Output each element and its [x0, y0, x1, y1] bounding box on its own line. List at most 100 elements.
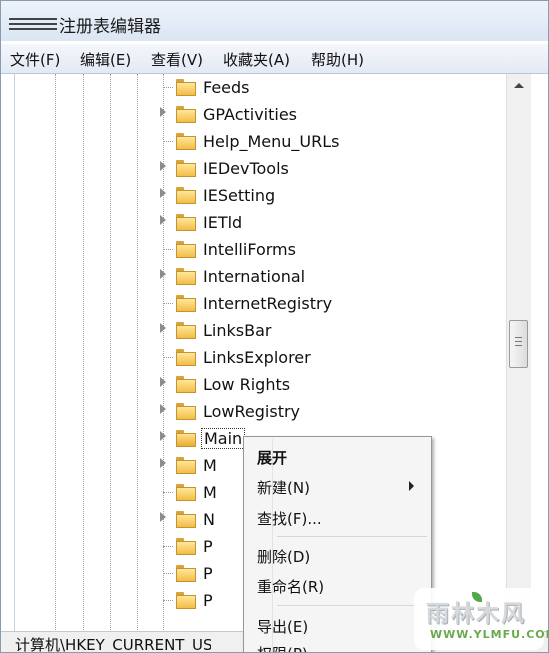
context-menu: 展开 新建(N) 查找(F)... 删除(D) 重命名(R) 导出(E) 权限(… [243, 436, 432, 652]
tree-item-label: P [203, 564, 213, 583]
expand-arrow-icon[interactable] [160, 107, 166, 117]
expand-arrow-icon[interactable] [160, 161, 166, 171]
tree-connector [163, 492, 173, 493]
folder-icon [176, 565, 196, 582]
tree-item[interactable]: IESetting [15, 182, 507, 209]
tree-item-label: Feeds [203, 78, 250, 97]
tree-item-label: N [203, 510, 215, 529]
tree-item-label: Help_Menu_URLs [203, 132, 340, 151]
folder-icon [176, 79, 196, 96]
expand-arrow-icon[interactable] [160, 404, 166, 414]
tree-item-label: Low Rights [203, 375, 291, 394]
ctx-find[interactable]: 查找(F)... [257, 508, 322, 529]
expand-arrow-icon[interactable] [160, 323, 166, 333]
expand-arrow-icon[interactable] [160, 269, 166, 279]
folder-icon [176, 268, 196, 285]
tree-connector [163, 357, 173, 358]
tree-item-label: International [203, 267, 306, 286]
tree-item[interactable]: Low Rights [15, 371, 507, 398]
tree-item-label: LinksExplorer [203, 348, 311, 367]
folder-icon [176, 187, 196, 204]
tree-item-label: IEDevTools [203, 159, 289, 178]
tree-item-label: LinksBar [203, 321, 272, 340]
vertical-scrollbar[interactable] [506, 74, 531, 632]
tree-connector [163, 303, 173, 304]
menu-favorites[interactable]: 收藏夹(A) [223, 49, 290, 70]
tree-item-label: GPActivities [203, 105, 298, 124]
expand-arrow-icon[interactable] [160, 188, 166, 198]
tree-item-label: IETld [203, 213, 243, 232]
menu-separator [277, 605, 427, 606]
ctx-expand[interactable]: 展开 [257, 447, 287, 468]
expand-arrow-icon[interactable] [160, 458, 166, 468]
menu-view[interactable]: 查看(V) [151, 49, 203, 70]
expand-arrow-icon[interactable] [160, 512, 166, 522]
tree-connector [163, 141, 173, 142]
tree-item[interactable]: GPActivities [15, 101, 507, 128]
scroll-up-icon[interactable] [514, 83, 524, 88]
folder-icon [176, 214, 196, 231]
status-path: 计算机\HKEY_CURRENT_USER\Software\Microsoft… [15, 636, 211, 653]
folder-icon [176, 376, 196, 393]
folder-icon [176, 403, 196, 420]
tree-connector [163, 573, 173, 574]
watermark-url: WWW.YLMFU.COM [430, 628, 549, 641]
tree-item-label: InternetRegistry [203, 294, 333, 313]
menu-separator [277, 536, 427, 537]
tree-item-label: M [203, 483, 217, 502]
window-title: 注册表编辑器 [59, 17, 161, 37]
folder-icon [176, 430, 196, 447]
tree-item[interactable]: IntelliForms [15, 236, 507, 263]
folder-icon [176, 241, 196, 258]
folder-icon [176, 160, 196, 177]
expand-arrow-icon[interactable] [160, 215, 166, 225]
expand-arrow-icon[interactable] [160, 431, 166, 441]
tree-item[interactable]: Feeds [15, 74, 507, 101]
folder-icon [176, 295, 196, 312]
title-bar[interactable]: 注册表编辑器 [1, 1, 548, 41]
tree-item[interactable]: IEDevTools [15, 155, 507, 182]
menu-edit[interactable]: 编辑(E) [80, 49, 131, 70]
tree-item-label: Main [201, 428, 246, 449]
menu-file[interactable]: 文件(F) [10, 49, 60, 70]
folder-icon [176, 538, 196, 555]
app-menu-icon[interactable] [9, 18, 57, 30]
folder-icon [176, 322, 196, 339]
tree-item-label: IESetting [203, 186, 276, 205]
ctx-permissions[interactable]: 权限(P)... [257, 643, 322, 652]
submenu-arrow-icon [409, 481, 414, 491]
tree-item[interactable]: LinksExplorer [15, 344, 507, 371]
tree-connector [163, 600, 173, 601]
tree-item[interactable]: LowRegistry [15, 398, 507, 425]
tree-connector [163, 87, 173, 88]
tree-item-label: P [203, 537, 213, 556]
ctx-export[interactable]: 导出(E) [257, 616, 308, 637]
tree-item[interactable]: Help_Menu_URLs [15, 128, 507, 155]
tree-item-label: LowRegistry [203, 402, 301, 421]
registry-editor-window: 注册表编辑器 文件(F) 编辑(E) 查看(V) 收藏夹(A) 帮助(H) Fe… [0, 0, 549, 653]
scroll-thumb[interactable] [509, 320, 528, 368]
folder-icon [176, 457, 196, 474]
ctx-rename[interactable]: 重命名(R) [257, 576, 324, 597]
tree-item[interactable]: LinksBar [15, 317, 507, 344]
menu-bar: 文件(F) 编辑(E) 查看(V) 收藏夹(A) 帮助(H) [1, 44, 548, 74]
watermark-logo: 雨林木风 WWW.YLMFU.COM [414, 588, 549, 650]
folder-icon [176, 133, 196, 150]
folder-icon [176, 106, 196, 123]
folder-icon [176, 349, 196, 366]
folder-icon [176, 511, 196, 528]
folder-icon [176, 484, 196, 501]
tree-item-label: P [203, 591, 213, 610]
ctx-delete[interactable]: 删除(D) [257, 546, 310, 567]
tree-item[interactable]: IETld [15, 209, 507, 236]
tree-item-label: M [203, 456, 217, 475]
tree-item-label: IntelliForms [203, 240, 296, 259]
tree-connector [163, 249, 173, 250]
ctx-new[interactable]: 新建(N) [257, 477, 310, 498]
expand-arrow-icon[interactable] [160, 377, 166, 387]
tree-item[interactable]: InternetRegistry [15, 290, 507, 317]
tree-item[interactable]: International [15, 263, 507, 290]
tree-connector [163, 546, 173, 547]
folder-icon [176, 592, 196, 609]
menu-help[interactable]: 帮助(H) [311, 49, 364, 70]
